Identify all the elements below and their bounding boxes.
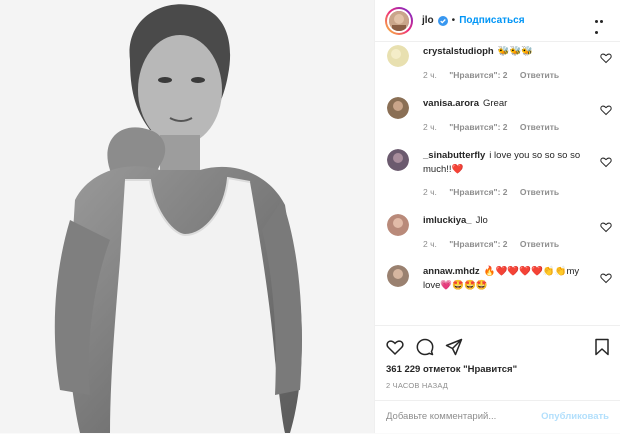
comment-meta: 2 ч. "Нравится": 2 Ответить xyxy=(423,70,569,80)
publish-button[interactable]: Опубликовать xyxy=(541,411,609,422)
likes-count[interactable]: 361 229 отметок "Нравится" xyxy=(386,364,517,375)
author-username[interactable]: jlo xyxy=(422,15,434,26)
bookmark-icon[interactable] xyxy=(593,338,611,356)
post-actions: 361 229 отметок "Нравится" 2 ЧАСОВ НАЗАД… xyxy=(375,325,620,433)
post-photo[interactable] xyxy=(0,0,374,433)
comment-avatar[interactable] xyxy=(387,214,409,236)
verified-badge-icon xyxy=(437,15,448,26)
comment-icon[interactable] xyxy=(416,338,434,356)
comment-like-icon[interactable] xyxy=(600,272,612,284)
comment-text: Grear xyxy=(482,98,508,109)
more-options-icon[interactable] xyxy=(595,15,609,34)
author-avatar[interactable] xyxy=(385,6,413,35)
comment-like-icon[interactable] xyxy=(600,104,612,116)
comment-text-block: crystalstudioph 🐝🐝🐝 xyxy=(423,45,593,59)
comment-likes[interactable]: "Нравится": 2 xyxy=(449,70,507,80)
post-sidebar: jlo • Подписаться crystalstudioph 🐝🐝🐝 2 ч… xyxy=(374,0,620,433)
comment-meta: 2 ч. "Нравится": 2 Ответить xyxy=(423,187,569,197)
comment-text: Jlo xyxy=(475,215,488,226)
comment-reply-button[interactable]: Ответить xyxy=(520,122,559,132)
comment-reply-button[interactable]: Ответить xyxy=(520,70,559,80)
comment-like-icon[interactable] xyxy=(600,52,612,64)
comment-age: 2 ч. xyxy=(423,187,437,197)
comment-input[interactable] xyxy=(386,411,526,422)
share-icon[interactable] xyxy=(445,338,463,356)
separator-dot: • xyxy=(451,15,456,26)
comment-text-block: vanisa.arora Grear xyxy=(423,97,593,111)
comment-username[interactable]: imluckiya_ xyxy=(423,215,472,226)
post-photo-image xyxy=(0,0,374,433)
comment-meta: 2 ч. "Нравится": 2 Ответить xyxy=(423,122,569,132)
comment-text-block: _sinabutterfly i love you so so so so muc… xyxy=(423,149,593,177)
comment-likes[interactable]: "Нравится": 2 xyxy=(449,239,507,249)
comment-avatar[interactable] xyxy=(387,149,409,171)
add-comment-bar: Опубликовать xyxy=(375,400,620,434)
instagram-post: jlo • Подписаться crystalstudioph 🐝🐝🐝 2 ч… xyxy=(0,0,620,433)
comment-avatar[interactable] xyxy=(387,97,409,119)
comment-avatar[interactable] xyxy=(387,45,409,67)
comment-age: 2 ч. xyxy=(423,239,437,249)
follow-button[interactable]: Подписаться xyxy=(459,15,524,26)
comment-text: 🐝🐝🐝 xyxy=(497,46,534,57)
comment-username[interactable]: annaw.mhdz xyxy=(423,266,480,277)
author-avatar-image xyxy=(387,8,411,33)
comment-age: 2 ч. xyxy=(423,122,437,132)
comment-reply-button[interactable]: Ответить xyxy=(520,239,559,249)
comment-reply-button[interactable]: Ответить xyxy=(520,187,559,197)
comment-username[interactable]: crystalstudioph xyxy=(423,46,494,57)
comment-avatar[interactable] xyxy=(387,265,409,287)
comment-age: 2 ч. xyxy=(423,70,437,80)
comment-username[interactable]: _sinabutterfly xyxy=(423,150,485,161)
comment-like-icon[interactable] xyxy=(600,221,612,233)
comments-list[interactable]: crystalstudioph 🐝🐝🐝 2 ч. "Нравится": 2 От… xyxy=(375,42,620,325)
post-header: jlo • Подписаться xyxy=(375,0,620,42)
comment-meta: 2 ч. "Нравится": 2 Ответить xyxy=(423,239,569,249)
post-timestamp[interactable]: 2 ЧАСОВ НАЗАД xyxy=(386,381,448,390)
comment-likes[interactable]: "Нравится": 2 xyxy=(449,122,507,132)
comment-likes[interactable]: "Нравится": 2 xyxy=(449,187,507,197)
like-icon[interactable] xyxy=(386,338,404,356)
comment-username[interactable]: vanisa.arora xyxy=(423,98,479,109)
comment-text-block: annaw.mhdz 🔥❤️❤️❤️❤️👏👏my love💗🤩🤩🤩 xyxy=(423,265,593,293)
comment-like-icon[interactable] xyxy=(600,156,612,168)
comment-text-block: imluckiya_ Jlo xyxy=(423,214,593,228)
